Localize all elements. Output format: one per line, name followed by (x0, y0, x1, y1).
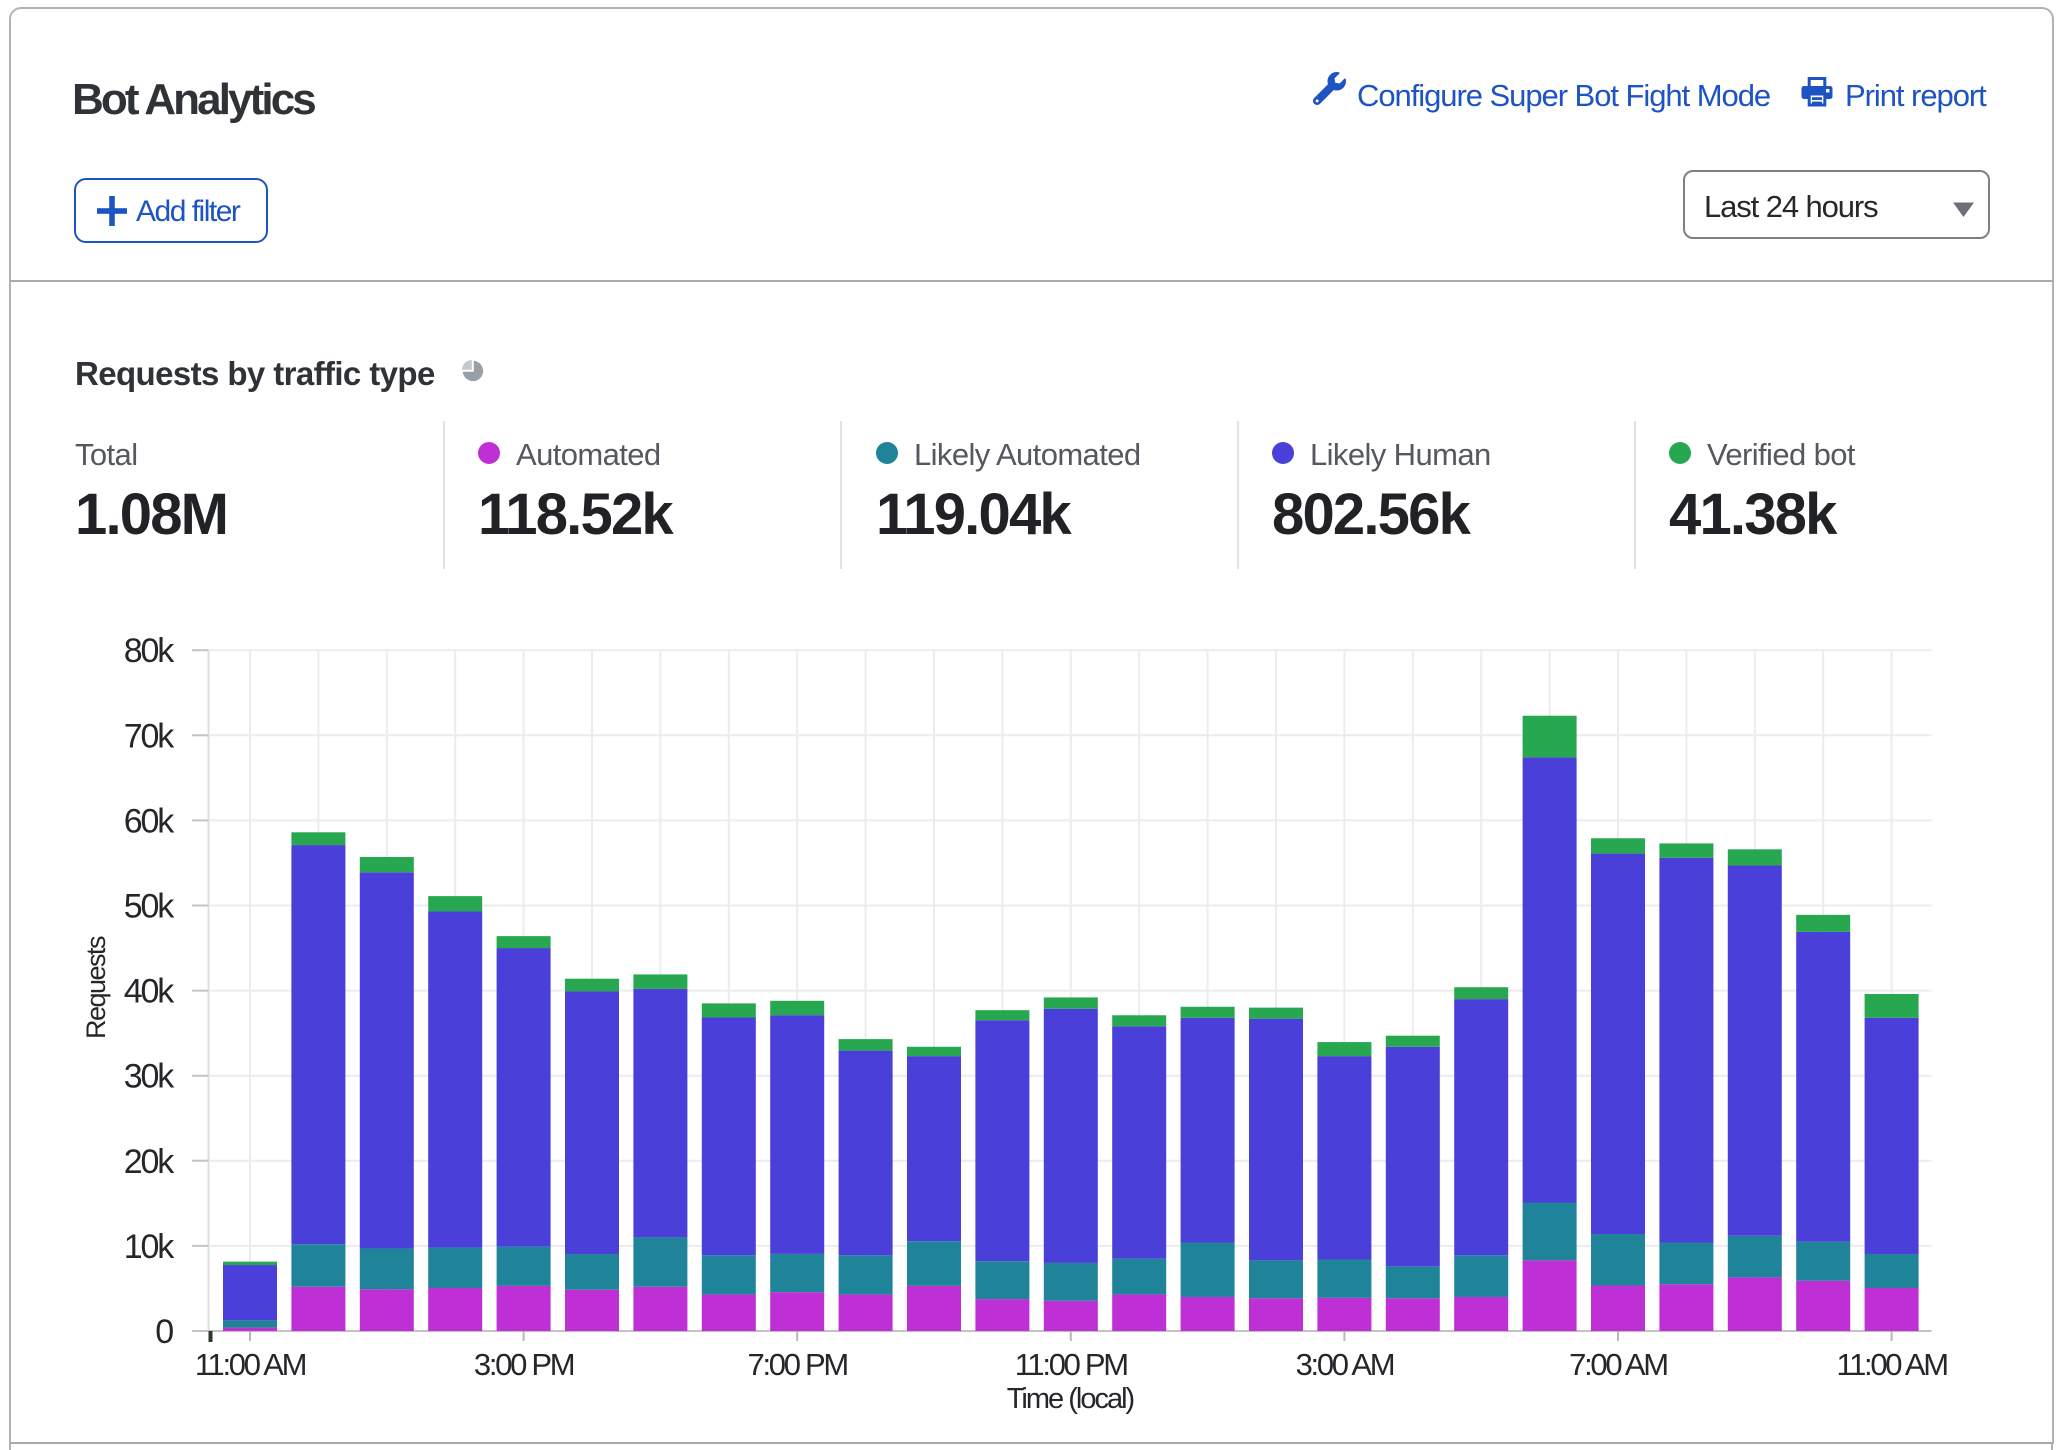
svg-text:11:00 AM: 11:00 AM (1836, 1347, 1947, 1382)
svg-text:50k: 50k (124, 888, 175, 926)
svg-text:Requests: Requests (81, 936, 111, 1039)
svg-text:40k: 40k (124, 973, 175, 1011)
svg-text:30k: 30k (124, 1058, 175, 1096)
svg-text:3:00 PM: 3:00 PM (474, 1347, 574, 1382)
svg-text:80k: 80k (124, 632, 175, 670)
svg-text:7:00 PM: 7:00 PM (748, 1347, 848, 1382)
svg-text:3:00 AM: 3:00 AM (1296, 1347, 1394, 1382)
svg-text:11:00 PM: 11:00 PM (1015, 1347, 1127, 1382)
svg-text:20k: 20k (124, 1143, 175, 1181)
svg-text:Time (local): Time (local) (1007, 1383, 1134, 1415)
svg-text:7:00 AM: 7:00 AM (1569, 1347, 1667, 1382)
svg-text:10k: 10k (124, 1228, 175, 1266)
svg-text:11:00 AM: 11:00 AM (195, 1347, 306, 1382)
svg-text:60k: 60k (124, 802, 175, 840)
svg-text:0: 0 (155, 1313, 173, 1351)
svg-text:70k: 70k (124, 717, 175, 755)
